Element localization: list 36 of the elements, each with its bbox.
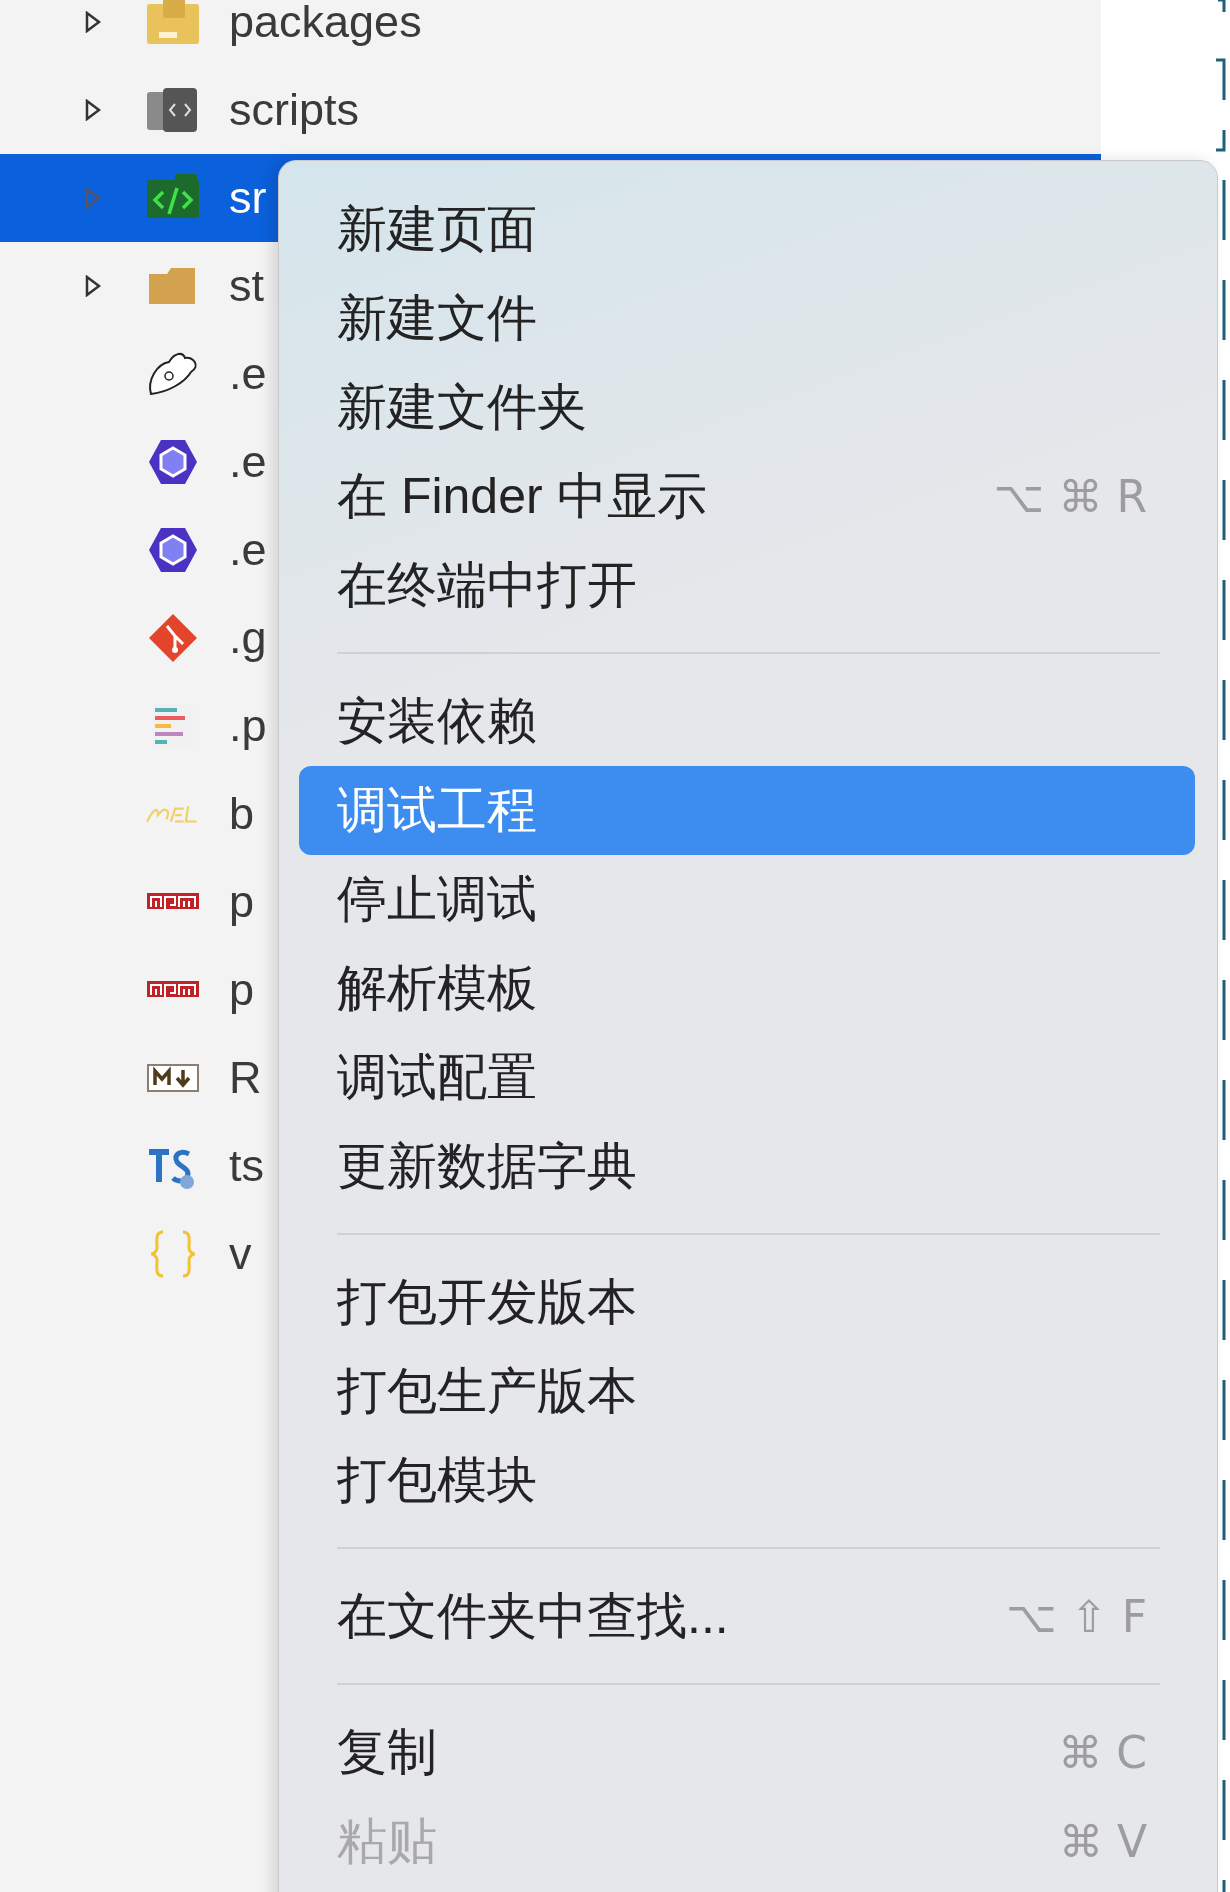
file-name: R [229,1052,262,1104]
shortcut-label: ⌥ ⇧ F [1006,1591,1147,1642]
file-name: v [229,1228,252,1280]
menu-item-label: 调试配置 [337,1048,537,1107]
shortcut-label: ⌥ ⌘ R [993,471,1147,522]
file-name: st [229,260,264,312]
menu-item-label: 在 Finder 中显示 [337,467,707,526]
menu-item-label: 新建页面 [337,200,537,259]
menu-item-label: 新建文件夹 [337,378,587,437]
menu-item-label: 打包开发版本 [337,1273,637,1332]
menu-item-label: 新建文件 [337,289,537,348]
file-name: b [229,788,255,840]
file-name: scripts [229,84,359,136]
menu-item-label: 在终端中打开 [337,556,637,615]
shortcut-label: ⌘ C [1058,1727,1147,1778]
menu-item-label: 调试工程 [337,781,537,840]
file-name: p [229,876,255,928]
menu-item-label: 解析模板 [337,959,537,1018]
menu-item-label: 打包生产版本 [337,1362,637,1421]
shortcut-label: ⌘ V [1058,1816,1147,1867]
file-name: .e [229,348,267,400]
menu-item-label: 打包模块 [337,1451,537,1510]
menu-item-label: 停止调试 [337,870,537,929]
file-name: .g [229,612,267,664]
menu-item-label: 在文件夹中查找... [337,1587,729,1646]
file-name: .p [229,700,267,752]
file-name: .e [229,524,267,576]
menu-item-label: 更新数据字典 [337,1137,637,1196]
file-name: sr [229,172,267,224]
file-name: packages [229,0,422,48]
file-name: .e [229,436,267,488]
menu-item-label: 安装依赖 [337,692,537,751]
file-name: ts [229,1140,264,1192]
menu-item-label: 粘贴 [337,1812,437,1871]
file-name: p [229,964,255,1016]
menu-item-label: 复制 [337,1723,437,1782]
